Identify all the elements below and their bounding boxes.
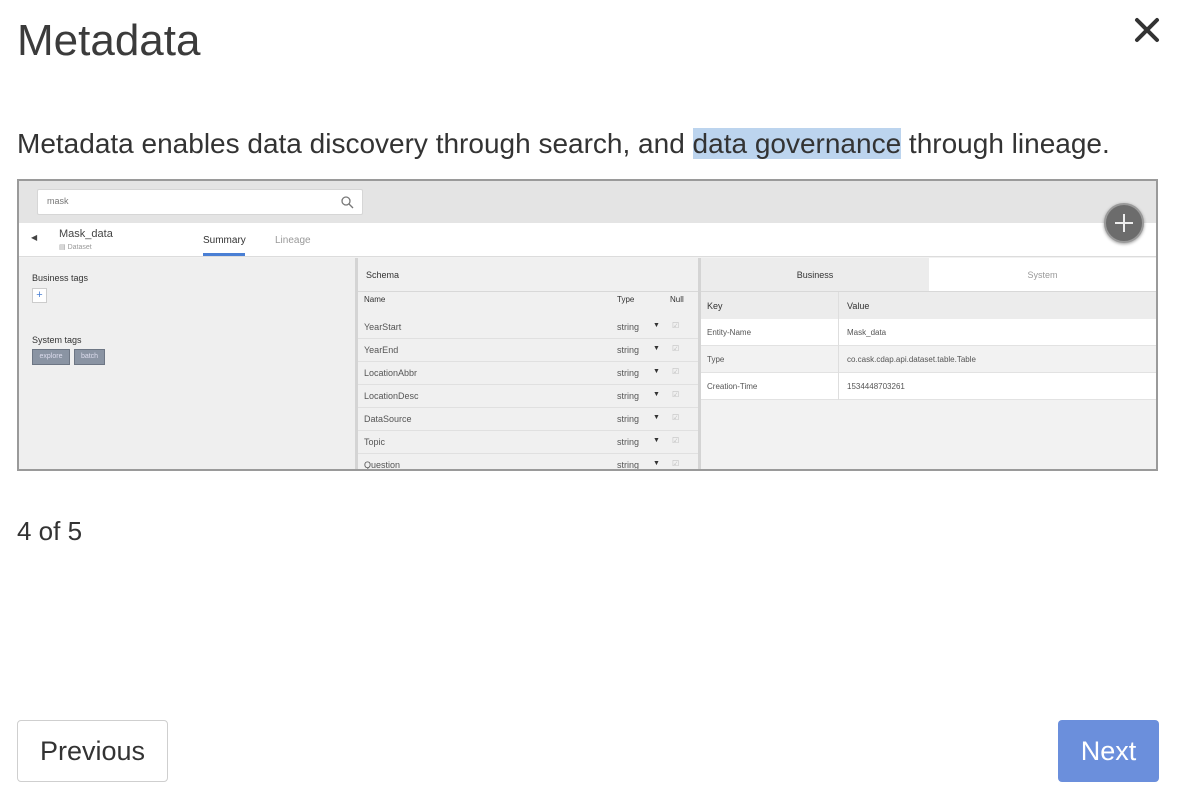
- description-text-end: through lineage.: [901, 128, 1110, 159]
- kv-separator: [838, 346, 839, 373]
- schema-col-null: Null: [670, 295, 684, 304]
- schema-field-name: YearEnd: [364, 345, 399, 355]
- schema-field-name: Question: [364, 460, 401, 470]
- schema-field-name: LocationAbbr: [364, 368, 418, 378]
- system-tag: explore: [32, 349, 70, 365]
- dialog-title: Metadata: [17, 16, 201, 65]
- kv-separator: [838, 292, 839, 319]
- screenshot-search-value: mask: [47, 196, 69, 206]
- schema-field-name: YearStart: [364, 322, 402, 332]
- caret-down-icon: ▼: [653, 460, 660, 467]
- add-tag-icon: +: [32, 288, 47, 303]
- schema-col-type: Type: [617, 295, 635, 304]
- schema-field-type: string: [617, 391, 640, 401]
- dataset-icon: ▤: [59, 244, 68, 251]
- schema-field-type: string: [617, 414, 640, 424]
- kv-key: Type: [707, 355, 725, 364]
- screenshot-tab-system: System: [929, 258, 1156, 292]
- screenshot-tags-panel: Business tags + System tags explore batc…: [19, 258, 358, 469]
- schema-field-type: string: [617, 345, 640, 355]
- schema-field-name: DataSource: [364, 414, 412, 424]
- schema-row: Question string ▼ ☑: [358, 454, 698, 470]
- kv-header: Key Value: [701, 292, 1156, 319]
- schema-field-type: string: [617, 368, 640, 378]
- screenshot-search-box: mask: [37, 189, 363, 215]
- back-arrow-icon: ◀: [31, 233, 38, 242]
- system-tags-label: System tags: [32, 335, 82, 345]
- kv-value: Mask_data: [847, 328, 887, 337]
- caret-down-icon: ▼: [653, 414, 660, 421]
- schema-row: YearEnd string ▼ ☑: [358, 339, 698, 362]
- kv-row: Type co.cask.cdap.api.dataset.table.Tabl…: [701, 346, 1156, 373]
- highlighted-text: data governance: [692, 128, 902, 159]
- schema-field-name: LocationDesc: [364, 391, 419, 401]
- screenshot-tab-underline: [203, 253, 245, 256]
- schema-row: LocationAbbr string ▼ ☑: [358, 362, 698, 385]
- screenshot-tab-business: Business: [701, 258, 929, 292]
- screenshot-tab-summary: Summary: [203, 235, 246, 246]
- screenshot-schema-panel: Schema Name Type Null YearStart string ▼ ☑ …: [358, 258, 701, 469]
- kv-key-header: Key: [707, 301, 723, 311]
- search-icon: [341, 196, 354, 209]
- previous-button[interactable]: Previous: [17, 720, 168, 782]
- checkbox-icon: ☑: [672, 413, 680, 422]
- screenshot-entity-name: Mask_data: [59, 228, 113, 240]
- schema-row: DataSource string ▼ ☑: [358, 408, 698, 431]
- schema-col-name: Name: [364, 295, 386, 304]
- kv-key: Creation-Time: [707, 382, 758, 391]
- checkbox-icon: ☑: [672, 459, 680, 468]
- checkbox-icon: ☑: [672, 344, 680, 353]
- screenshot-tab-lineage: Lineage: [275, 235, 311, 246]
- caret-down-icon: ▼: [653, 368, 660, 375]
- schema-field-type: string: [617, 322, 640, 332]
- step-counter: 4 of 5: [17, 516, 83, 546]
- screenshot-entity-type: ▤ Dataset: [59, 243, 92, 251]
- screenshot-entity-type-label: Dataset: [67, 244, 92, 251]
- system-tag: batch: [74, 349, 105, 365]
- kv-row: Entity-Name Mask_data: [701, 319, 1156, 346]
- screenshot-properties-panel: Business System Key Value Entity-Name Ma…: [701, 258, 1156, 469]
- kv-value-header: Value: [847, 301, 870, 311]
- next-button[interactable]: Next: [1058, 720, 1159, 782]
- schema-header: Schema: [358, 258, 698, 292]
- checkbox-icon: ☑: [672, 390, 680, 399]
- screenshot-entity-bar: ◀ Mask_data ▤ Dataset Summary Lineage: [19, 223, 1156, 257]
- schema-row: LocationDesc string ▼ ☑: [358, 385, 698, 408]
- tour-screenshot: mask ◀ Mask_data ▤ Dataset Summary Linea…: [17, 179, 1158, 471]
- kv-separator: [838, 319, 839, 346]
- checkbox-icon: ☑: [672, 436, 680, 445]
- kv-separator: [838, 373, 839, 400]
- schema-field-name: Topic: [364, 437, 386, 447]
- schema-field-type: string: [617, 460, 640, 470]
- kv-value: co.cask.cdap.api.dataset.table.Table: [847, 355, 976, 364]
- schema-field-type: string: [617, 437, 640, 447]
- checkbox-icon: ☑: [672, 321, 680, 330]
- caret-down-icon: ▼: [653, 322, 660, 329]
- schema-row: Topic string ▼ ☑: [358, 431, 698, 454]
- caret-down-icon: ▼: [653, 437, 660, 444]
- dialog-description: Metadata enables data discovery through …: [17, 128, 1110, 160]
- plus-icon: [1104, 203, 1144, 243]
- checkbox-icon: ☑: [672, 367, 680, 376]
- business-tags-label: Business tags: [32, 273, 89, 283]
- caret-down-icon: ▼: [653, 391, 660, 398]
- close-icon: [1135, 18, 1159, 42]
- schema-row: YearStart string ▼ ☑: [358, 316, 698, 339]
- close-button[interactable]: [1131, 14, 1163, 46]
- kv-value: 1534448703261: [847, 382, 905, 391]
- caret-down-icon: ▼: [653, 345, 660, 352]
- description-text: Metadata enables data discovery through …: [17, 128, 693, 159]
- schema-label: Schema: [366, 270, 400, 280]
- kv-row: Creation-Time 1534448703261: [701, 373, 1156, 400]
- kv-key: Entity-Name: [707, 328, 752, 337]
